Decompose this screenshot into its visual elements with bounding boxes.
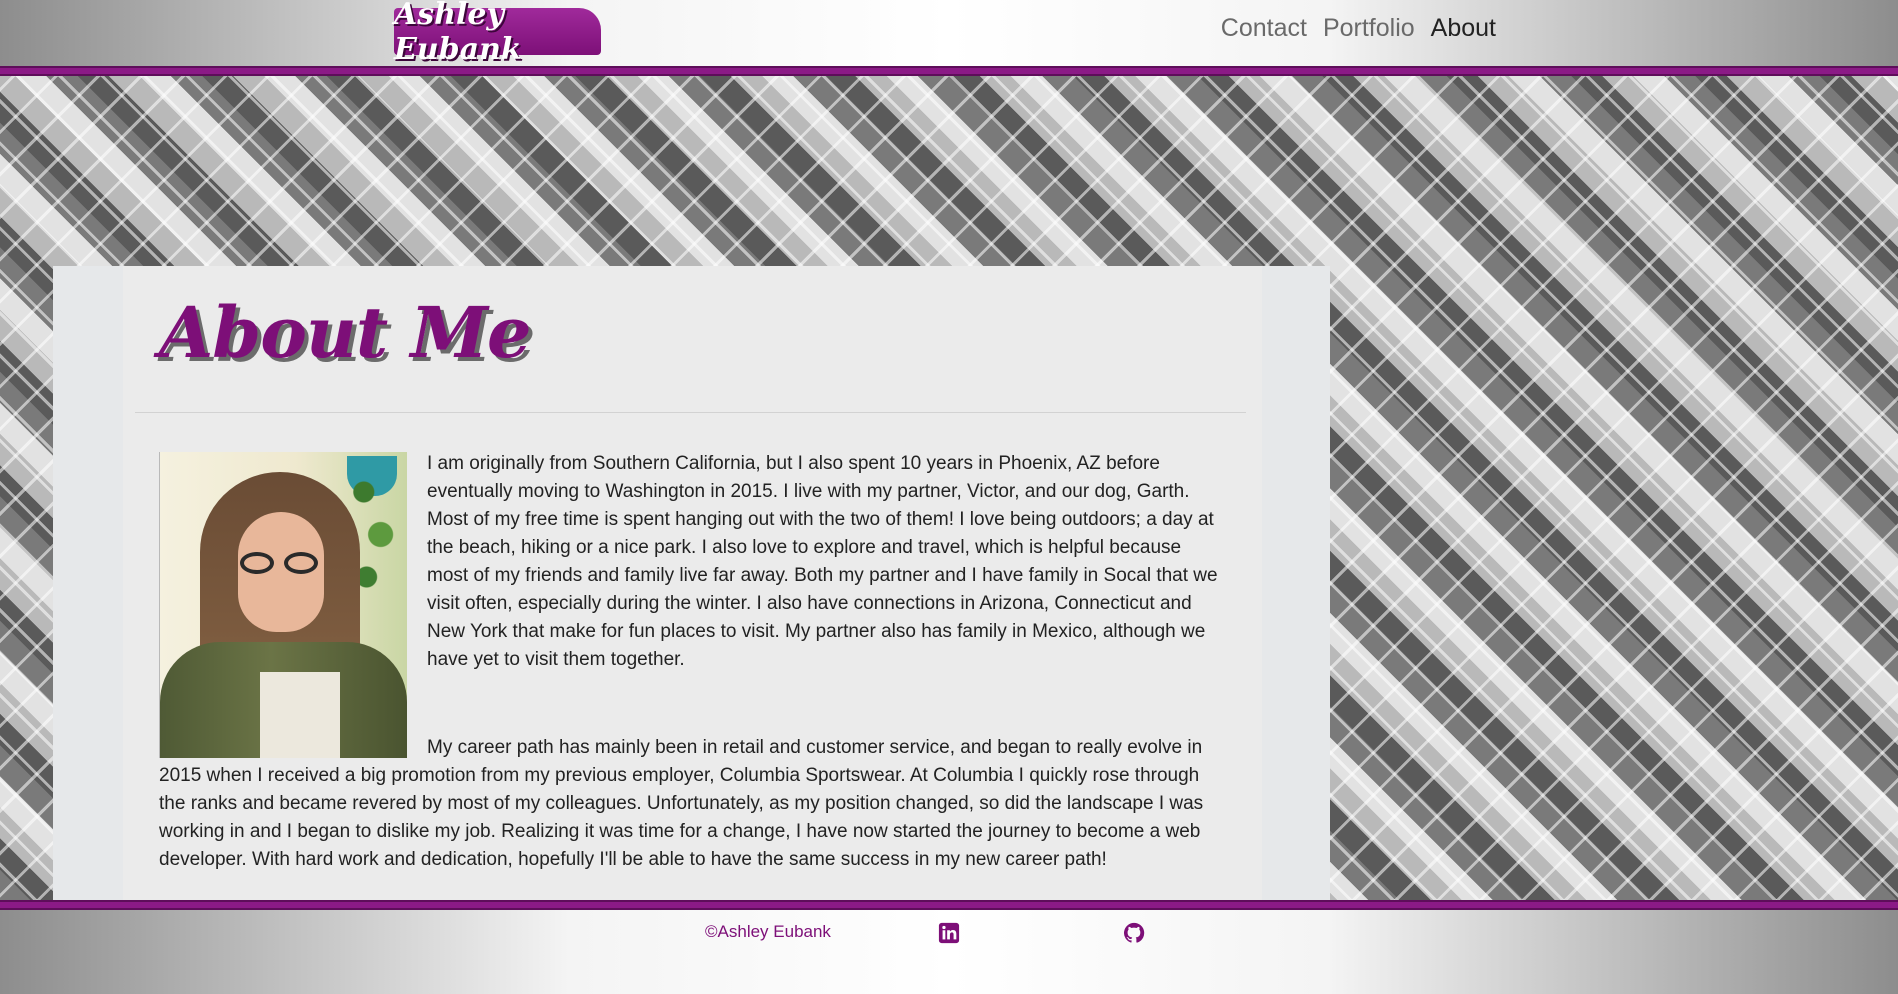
github-icon[interactable] xyxy=(1123,922,1145,944)
footer-divider xyxy=(0,900,1898,910)
page-title: About Me xyxy=(159,291,532,374)
linkedin-icon[interactable] xyxy=(938,922,960,944)
nav-link-contact[interactable]: Contact xyxy=(1221,14,1307,43)
main-nav: Contact Portfolio About xyxy=(1221,14,1496,43)
nav-link-portfolio[interactable]: Portfolio xyxy=(1323,14,1415,43)
site-footer: ©Ashley Eubank xyxy=(0,910,1898,994)
site-logo[interactable]: Ashley Eubank xyxy=(394,0,601,67)
nav-link-about[interactable]: About xyxy=(1431,14,1496,43)
title-divider xyxy=(135,412,1246,413)
about-text: I am originally from Southern California… xyxy=(159,450,1225,900)
header-divider xyxy=(0,66,1898,76)
copyright-text: ©Ashley Eubank xyxy=(705,922,831,941)
about-section: About Me I am originally from Southern C… xyxy=(123,266,1262,900)
site-header: Ashley Eubank Contact Portfolio About xyxy=(0,0,1898,67)
content-panel: About Me I am originally from Southern C… xyxy=(53,266,1330,900)
